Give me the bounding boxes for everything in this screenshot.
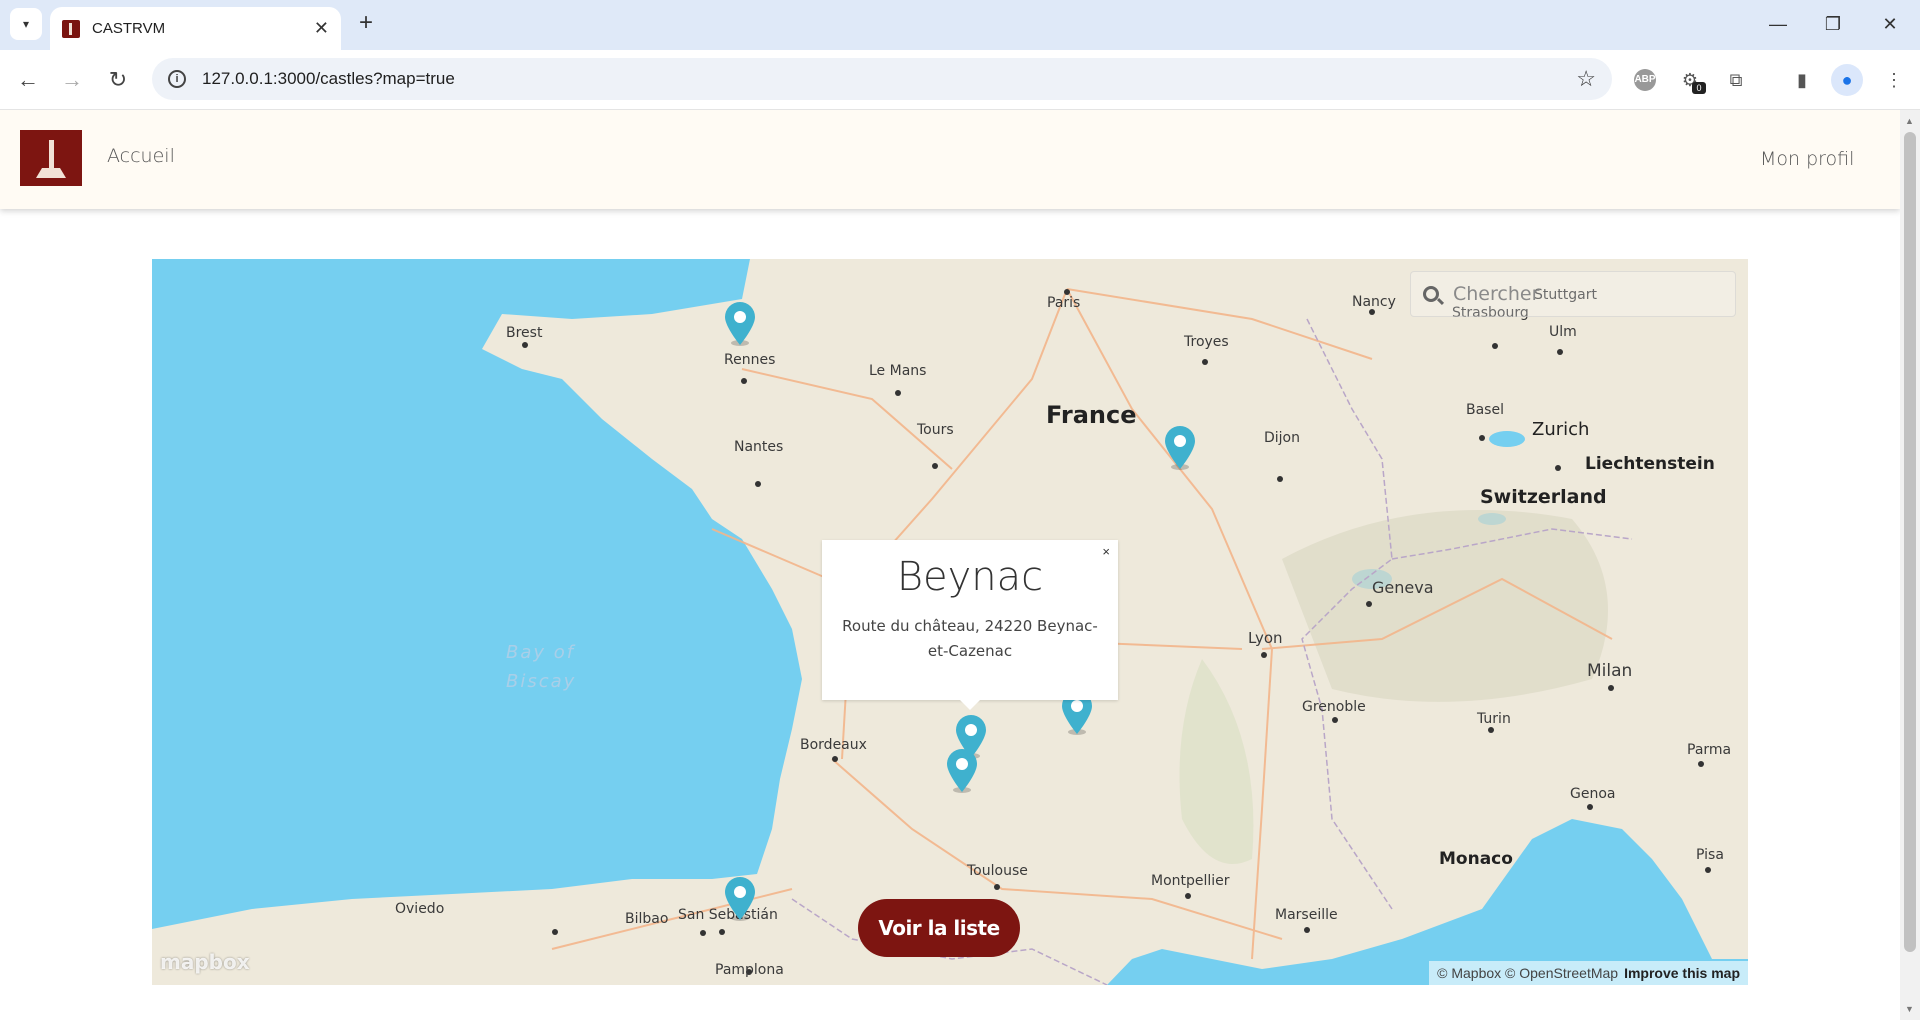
tower-base-icon	[36, 168, 66, 178]
castle-marker[interactable]	[945, 748, 979, 794]
attribution-text[interactable]: © Mapbox © OpenStreetMap	[1437, 965, 1618, 981]
tab-search-button[interactable]: ▾	[10, 8, 42, 40]
map-label-geneva: Geneva	[1372, 578, 1434, 597]
browser-tab-bar: ▾ CASTRVM ✕ + — ❐ ✕	[0, 0, 1920, 50]
map-label-rennes: Rennes	[724, 352, 776, 368]
minimize-window-icon[interactable]: —	[1758, 10, 1798, 38]
new-tab-plus-icon[interactable]: +	[352, 10, 380, 38]
map-label-genoa: Genoa	[1570, 786, 1616, 802]
map-label-bay-of-biscay-2: Biscay	[506, 671, 577, 692]
url-text[interactable]: 127.0.0.1:3000/castles?map=true	[202, 69, 1576, 89]
map-label-bilbao: Bilbao	[625, 911, 669, 927]
map-search-box[interactable]	[1410, 271, 1736, 317]
nav-profile-link[interactable]: Mon profil	[1760, 148, 1854, 170]
adblock-extension-icon[interactable]: ABP	[1629, 64, 1661, 96]
map-label-monaco: Monaco	[1439, 849, 1513, 869]
extension-counter: 0	[1692, 82, 1706, 94]
map-label-france: France	[1046, 401, 1137, 429]
map-label-basel: Basel	[1466, 402, 1504, 418]
map-label-grenoble: Grenoble	[1302, 699, 1366, 715]
address-bar[interactable]: i 127.0.0.1:3000/castles?map=true ☆	[152, 58, 1612, 100]
extension-badge-icon[interactable]: ⚙ 0	[1674, 64, 1706, 96]
popup-title: Beynac	[896, 554, 1044, 600]
map-label-milan: Milan	[1587, 661, 1633, 681]
restore-window-icon[interactable]: ❐	[1813, 10, 1853, 38]
page-scrollbar[interactable]: ▲ ▼	[1900, 110, 1920, 1020]
close-tab-icon[interactable]: ✕	[314, 18, 329, 39]
map-label-troyes: Troyes	[1184, 334, 1229, 350]
profile-avatar-icon[interactable]: ●	[1831, 64, 1863, 96]
bookmark-star-icon[interactable]: ☆	[1576, 66, 1596, 92]
mapbox-logo[interactable]: mapbox	[160, 950, 250, 974]
map-label-lyon: Lyon	[1248, 629, 1283, 647]
map-label-nancy: Nancy	[1352, 294, 1396, 310]
browser-toolbar: ← → ↻ i 127.0.0.1:3000/castles?map=true …	[0, 50, 1920, 110]
map-label-toulouse: Toulouse	[967, 863, 1028, 879]
map-label-pisa: Pisa	[1696, 847, 1724, 863]
extensions-puzzle-icon[interactable]: ⧉	[1720, 64, 1752, 96]
browser-menu-icon[interactable]: ⋮	[1878, 64, 1910, 96]
tower-icon	[49, 140, 54, 170]
site-favicon-icon	[62, 19, 80, 38]
map-label-parma: Parma	[1687, 742, 1732, 758]
popup-address: Route du château, 24220 Beynac-et-Cazena…	[842, 617, 1098, 660]
search-icon	[1423, 286, 1439, 302]
scrollbar-thumb[interactable]	[1904, 132, 1916, 952]
map-label-le-mans: Le Mans	[869, 363, 927, 379]
chevron-down-icon: ▾	[22, 17, 30, 31]
castle-marker[interactable]	[1163, 425, 1197, 471]
map-label-ulm: Ulm	[1549, 324, 1577, 340]
castrvm-logo[interactable]	[20, 130, 82, 186]
castle-marker[interactable]	[723, 876, 757, 922]
forward-arrow-icon[interactable]: →	[56, 64, 88, 96]
view-list-button[interactable]: Voir la liste	[858, 899, 1020, 957]
map-label-brest: Brest	[506, 325, 543, 341]
map-label-bay-of-biscay-1: Bay of	[506, 642, 576, 663]
map-label-dijon: Dijon	[1264, 430, 1300, 446]
scroll-down-arrow-icon[interactable]: ▼	[1905, 1004, 1914, 1014]
map-label-tours: Tours	[917, 422, 954, 438]
popup-close-icon[interactable]: ×	[1102, 544, 1110, 559]
nav-home-link[interactable]: Accueil	[107, 145, 175, 167]
site-navbar: Accueil Mon profil	[0, 110, 1900, 209]
tab-title: CASTRVM	[92, 20, 166, 37]
castle-popup: × Beynac Route du château, 24220 Beynac-…	[822, 540, 1118, 710]
improve-map-link[interactable]: Improve this map	[1624, 965, 1740, 981]
map-label-nantes: Nantes	[734, 439, 784, 455]
map-label-marseille: Marseille	[1275, 907, 1338, 923]
close-window-icon[interactable]: ✕	[1870, 10, 1910, 38]
browser-tab[interactable]: CASTRVM ✕	[50, 7, 341, 50]
map-label-oviedo: Oviedo	[395, 901, 445, 917]
map-label-switzerland: Switzerland	[1480, 486, 1607, 508]
map-label-bordeaux: Bordeaux	[800, 737, 867, 753]
map-label-montpellier: Montpellier	[1151, 873, 1230, 889]
back-arrow-icon[interactable]: ←	[12, 64, 44, 96]
map-label-turin: Turin	[1477, 711, 1511, 727]
castles-map[interactable]: Paris France Brest Rennes Le Mans Nantes…	[152, 259, 1748, 985]
reload-icon[interactable]: ↻	[102, 64, 134, 96]
castle-marker[interactable]	[723, 301, 757, 347]
map-label-paris: Paris	[1047, 295, 1081, 311]
map-label-pamplona: Pamplona	[715, 962, 784, 978]
page-viewport: Accueil Mon profil Paris France Brest Re…	[0, 110, 1900, 1020]
map-attribution: © Mapbox © OpenStreetMap Improve this map	[1429, 961, 1748, 985]
map-label-liechtenstein: Liechtenstein	[1585, 454, 1715, 474]
site-info-icon[interactable]: i	[168, 70, 186, 88]
map-label-zurich: Zurich	[1532, 419, 1590, 440]
side-panel-icon[interactable]: ▮	[1786, 64, 1818, 96]
map-search-input[interactable]	[1453, 283, 1713, 305]
scroll-up-arrow-icon[interactable]: ▲	[1905, 116, 1914, 126]
